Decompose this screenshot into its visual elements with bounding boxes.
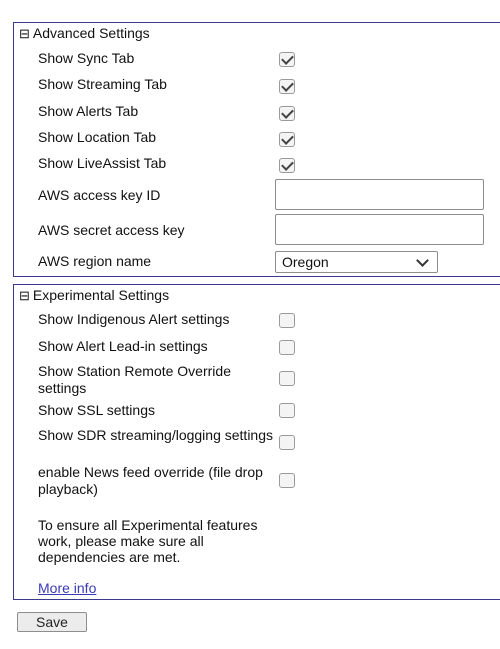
station-remote-override-label: Show Station Remote Override settings [38,363,231,396]
advanced-settings-section: ⊟ Advanced Settings Show Sync Tab Show S… [13,22,500,277]
show-sync-tab-label: Show Sync Tab [38,50,135,66]
sdr-streaming-label: Show SDR streaming/logging settings [38,427,274,443]
sdr-streaming-checkbox[interactable] [279,435,295,450]
indigenous-alert-label: Show Indigenous Alert settings [38,311,230,327]
aws-secret-key-input[interactable] [275,214,484,245]
aws-secret-key-label: AWS secret access key [38,222,185,238]
experimental-note: To ensure all Experimental features work… [38,517,258,565]
aws-region-selected-value: Oregon [282,254,329,270]
advanced-settings-header[interactable]: ⊟ Advanced Settings [19,25,150,41]
ssl-settings-label: Show SSL settings [38,402,155,418]
indigenous-alert-checkbox[interactable] [279,313,295,328]
show-alerts-tab-checkbox[interactable] [279,106,295,121]
show-alerts-tab-label: Show Alerts Tab [38,103,139,119]
aws-access-key-input[interactable] [275,179,484,210]
ssl-settings-checkbox[interactable] [279,403,295,418]
news-feed-override-checkbox[interactable] [279,473,295,488]
save-button[interactable]: Save [17,612,87,632]
news-feed-override-label: enable News feed override (file drop pla… [38,464,263,497]
experimental-settings-section: ⊟ Experimental Settings Show Indigenous … [13,284,500,600]
aws-region-label: AWS region name [38,253,152,269]
show-liveassist-tab-checkbox[interactable] [279,158,295,173]
show-liveassist-tab-label: Show LiveAssist Tab [38,155,167,171]
show-location-tab-checkbox[interactable] [279,132,295,147]
collapse-icon[interactable]: ⊟ [19,27,30,40]
aws-access-key-label: AWS access key ID [38,187,161,203]
show-streaming-tab-label: Show Streaming Tab [38,76,167,92]
show-location-tab-label: Show Location Tab [38,129,157,145]
more-info-link[interactable]: More info [38,580,96,596]
chevron-down-icon [416,253,429,267]
collapse-icon[interactable]: ⊟ [19,289,30,302]
alert-lead-in-label: Show Alert Lead-in settings [38,338,208,354]
advanced-settings-title: Advanced Settings [32,25,150,41]
station-remote-override-checkbox[interactable] [279,371,295,386]
show-sync-tab-checkbox[interactable] [279,52,295,67]
show-streaming-tab-checkbox[interactable] [279,79,295,94]
experimental-settings-header[interactable]: ⊟ Experimental Settings [19,287,169,303]
experimental-settings-title: Experimental Settings [32,287,170,303]
alert-lead-in-checkbox[interactable] [279,340,295,355]
aws-region-select[interactable]: Oregon [275,251,438,273]
